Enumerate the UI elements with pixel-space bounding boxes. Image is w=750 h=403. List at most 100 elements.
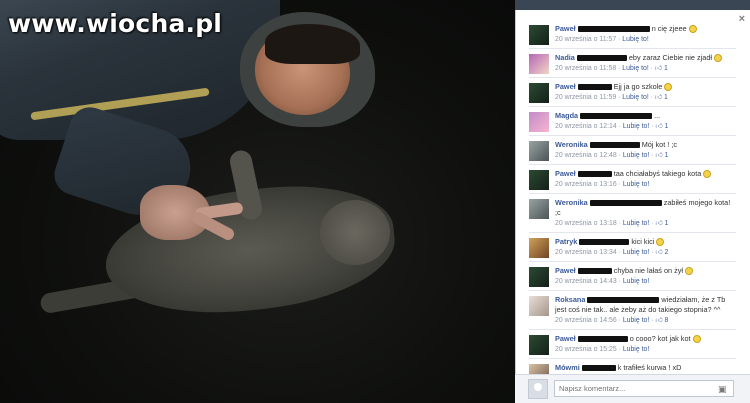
avatar[interactable] <box>529 141 549 161</box>
like-link[interactable]: Lubię to! <box>623 278 649 285</box>
redaction-bar <box>577 268 612 275</box>
comment-item: Paweł chyba nie lałaś on żył 20 września o… <box>529 262 736 291</box>
like-count[interactable]: 2 <box>665 249 669 256</box>
comment-timestamp[interactable]: 20 września o 12:14 <box>555 123 617 130</box>
commenter-name[interactable]: Paweł <box>555 266 576 275</box>
comment-text: chyba nie lałaś on żył <box>613 266 684 275</box>
comment-meta: 20 września o 12:48 · Lubię to! · 👍︎ 1 <box>555 151 736 161</box>
like-link[interactable]: Lubię to! <box>622 65 648 72</box>
commenter-name[interactable]: Weronika <box>555 198 588 207</box>
comment-item: Weronika zabiłeś mojego kota! ;c 20 wrześn… <box>529 194 736 233</box>
commenter-name[interactable]: Nadia <box>555 53 575 62</box>
like-count[interactable]: 1 <box>664 94 668 101</box>
comment-timestamp[interactable]: 20 września o 11:59 <box>555 94 616 101</box>
comment-timestamp[interactable]: 20 września o 13:18 <box>555 220 617 227</box>
comment-timestamp[interactable]: 20 września o 12:48 <box>555 152 617 159</box>
comment-text: Mój kot ! ;c <box>641 140 677 149</box>
comment-item: Paweł n cię zjeee 20 września o 11:57 · Lu… <box>529 20 736 49</box>
comment-text: kici kici <box>631 237 655 246</box>
avatar[interactable] <box>529 267 549 287</box>
comment-body: Magda... 20 września o 12:14 · Lubię to! … <box>555 111 736 132</box>
avatar[interactable] <box>529 238 549 258</box>
like-count[interactable]: 1 <box>665 123 669 130</box>
like-link[interactable]: Lubię to! <box>623 317 649 324</box>
avatar[interactable] <box>529 83 549 103</box>
comment-meta: 20 września o 13:18 · Lubię to! · 👍︎ 1 <box>555 219 736 229</box>
redaction-bar <box>589 200 662 207</box>
commenter-name[interactable]: Mówmi <box>555 363 580 372</box>
commenter-name[interactable]: Paweł <box>555 24 576 33</box>
comment-body: Patryk kici kici 20 września o 13:34 · Lub… <box>555 237 736 258</box>
smiley-icon <box>714 54 723 63</box>
comment-item: Nadia eby zaraz Ciebie nie zjadł 20 wrześn… <box>529 49 736 78</box>
comment-timestamp[interactable]: 20 września o 13:16 <box>555 181 617 188</box>
avatar[interactable] <box>529 25 549 45</box>
comment-timestamp[interactable]: 20 września o 11:58 <box>555 65 616 72</box>
comment-item: Patryk kici kici 20 września o 13:34 · Lub… <box>529 233 736 262</box>
comment-item: Magda... 20 września o 12:14 · Lubię to! … <box>529 107 736 136</box>
like-link[interactable]: Lubię to! <box>623 181 649 188</box>
commenter-name[interactable]: Magda <box>555 111 578 120</box>
comment-item: Paweł taa chciałabyś takiego kota 20 wrześ… <box>529 165 736 194</box>
avatar[interactable] <box>529 170 549 190</box>
photo: www.wiocha.pl <box>0 0 515 403</box>
comment-timestamp[interactable]: 20 września o 15:25 <box>555 346 617 353</box>
like-count[interactable]: 1 <box>664 65 668 72</box>
thumbs-up-icon[interactable]: 👍︎ <box>655 317 664 324</box>
commenter-name[interactable]: Paweł <box>555 82 576 91</box>
comment-timestamp[interactable]: 20 września o 13:34 <box>555 249 617 256</box>
thumbs-up-icon[interactable]: 👍︎ <box>655 220 664 227</box>
thumbs-up-icon[interactable]: 👍︎ <box>655 94 664 101</box>
commenter-name[interactable]: Paweł <box>555 169 576 178</box>
commenter-name[interactable]: Paweł <box>555 334 576 343</box>
smiley-icon <box>685 267 694 276</box>
like-link[interactable]: Lubię to! <box>623 123 649 130</box>
comment-timestamp[interactable]: 20 września o 11:57 <box>555 36 616 43</box>
panel-top-strip <box>515 0 750 10</box>
like-link[interactable]: Lubię to! <box>623 249 649 256</box>
like-count[interactable]: 1 <box>665 220 669 227</box>
like-link[interactable]: Lubię to! <box>622 94 648 101</box>
comment-timestamp[interactable]: 20 września o 14:43 <box>555 278 617 285</box>
commenter-name[interactable]: Weronika <box>555 140 588 149</box>
avatar[interactable] <box>529 296 549 316</box>
comment-item: Roksana wiedziałam, że z Tb jest coś nie … <box>529 291 736 330</box>
redaction-bar <box>579 239 630 246</box>
comment-timestamp[interactable]: 20 września o 14:56 <box>555 317 617 324</box>
commenter-name[interactable]: Roksana <box>555 295 585 304</box>
comment-body: Paweł o cooo? kot jak kot 20 września o 15… <box>555 334 736 355</box>
like-count[interactable]: 8 <box>665 317 669 324</box>
comment-meta: 20 września o 11:57 · Lubię to! <box>555 35 736 45</box>
comment-input[interactable] <box>554 380 734 397</box>
avatar[interactable] <box>529 112 549 132</box>
current-user-avatar <box>528 379 548 399</box>
like-link[interactable]: Lubię to! <box>623 346 649 353</box>
comment-meta: 20 września o 14:43 · Lubię to! <box>555 277 736 287</box>
avatar[interactable] <box>529 54 549 74</box>
close-button[interactable]: × <box>739 13 745 25</box>
thumbs-up-icon[interactable]: 👍︎ <box>655 65 664 72</box>
comment-meta: 20 września o 12:14 · Lubię to! · 👍︎ 1 <box>555 122 736 132</box>
comment-body: Paweł Ejj ja go szkole 20 września o 11:59… <box>555 82 736 103</box>
thumbs-up-icon[interactable]: 👍︎ <box>655 123 664 130</box>
smiley-icon <box>703 170 712 179</box>
redaction-bar <box>580 113 653 120</box>
avatar[interactable] <box>529 335 549 355</box>
like-link[interactable]: Lubię to! <box>623 152 649 159</box>
comment-body: Weronika zabiłeś mojego kota! ;c 20 wrześn… <box>555 198 736 229</box>
redaction-bar <box>589 142 640 149</box>
like-link[interactable]: Lubię to! <box>622 36 648 43</box>
comment-body: Nadia eby zaraz Ciebie nie zjadł 20 wrześn… <box>555 53 736 74</box>
redaction-bar <box>576 55 627 62</box>
avatar[interactable] <box>529 199 549 219</box>
like-link[interactable]: Lubię to! <box>623 220 649 227</box>
hair-shape <box>265 24 360 64</box>
commenter-name[interactable]: Patryk <box>555 237 577 246</box>
comments-list: Paweł n cię zjeee 20 września o 11:57 · Lu… <box>529 20 736 388</box>
like-count[interactable]: 1 <box>665 152 669 159</box>
comments-panel: × Paweł n cię zjeee 20 września o 11:57 · … <box>515 10 750 403</box>
thumbs-up-icon[interactable]: 👍︎ <box>655 249 664 256</box>
redaction-bar <box>581 365 616 372</box>
camera-icon[interactable]: ▣ <box>718 384 727 395</box>
thumbs-up-icon[interactable]: 👍︎ <box>655 152 664 159</box>
